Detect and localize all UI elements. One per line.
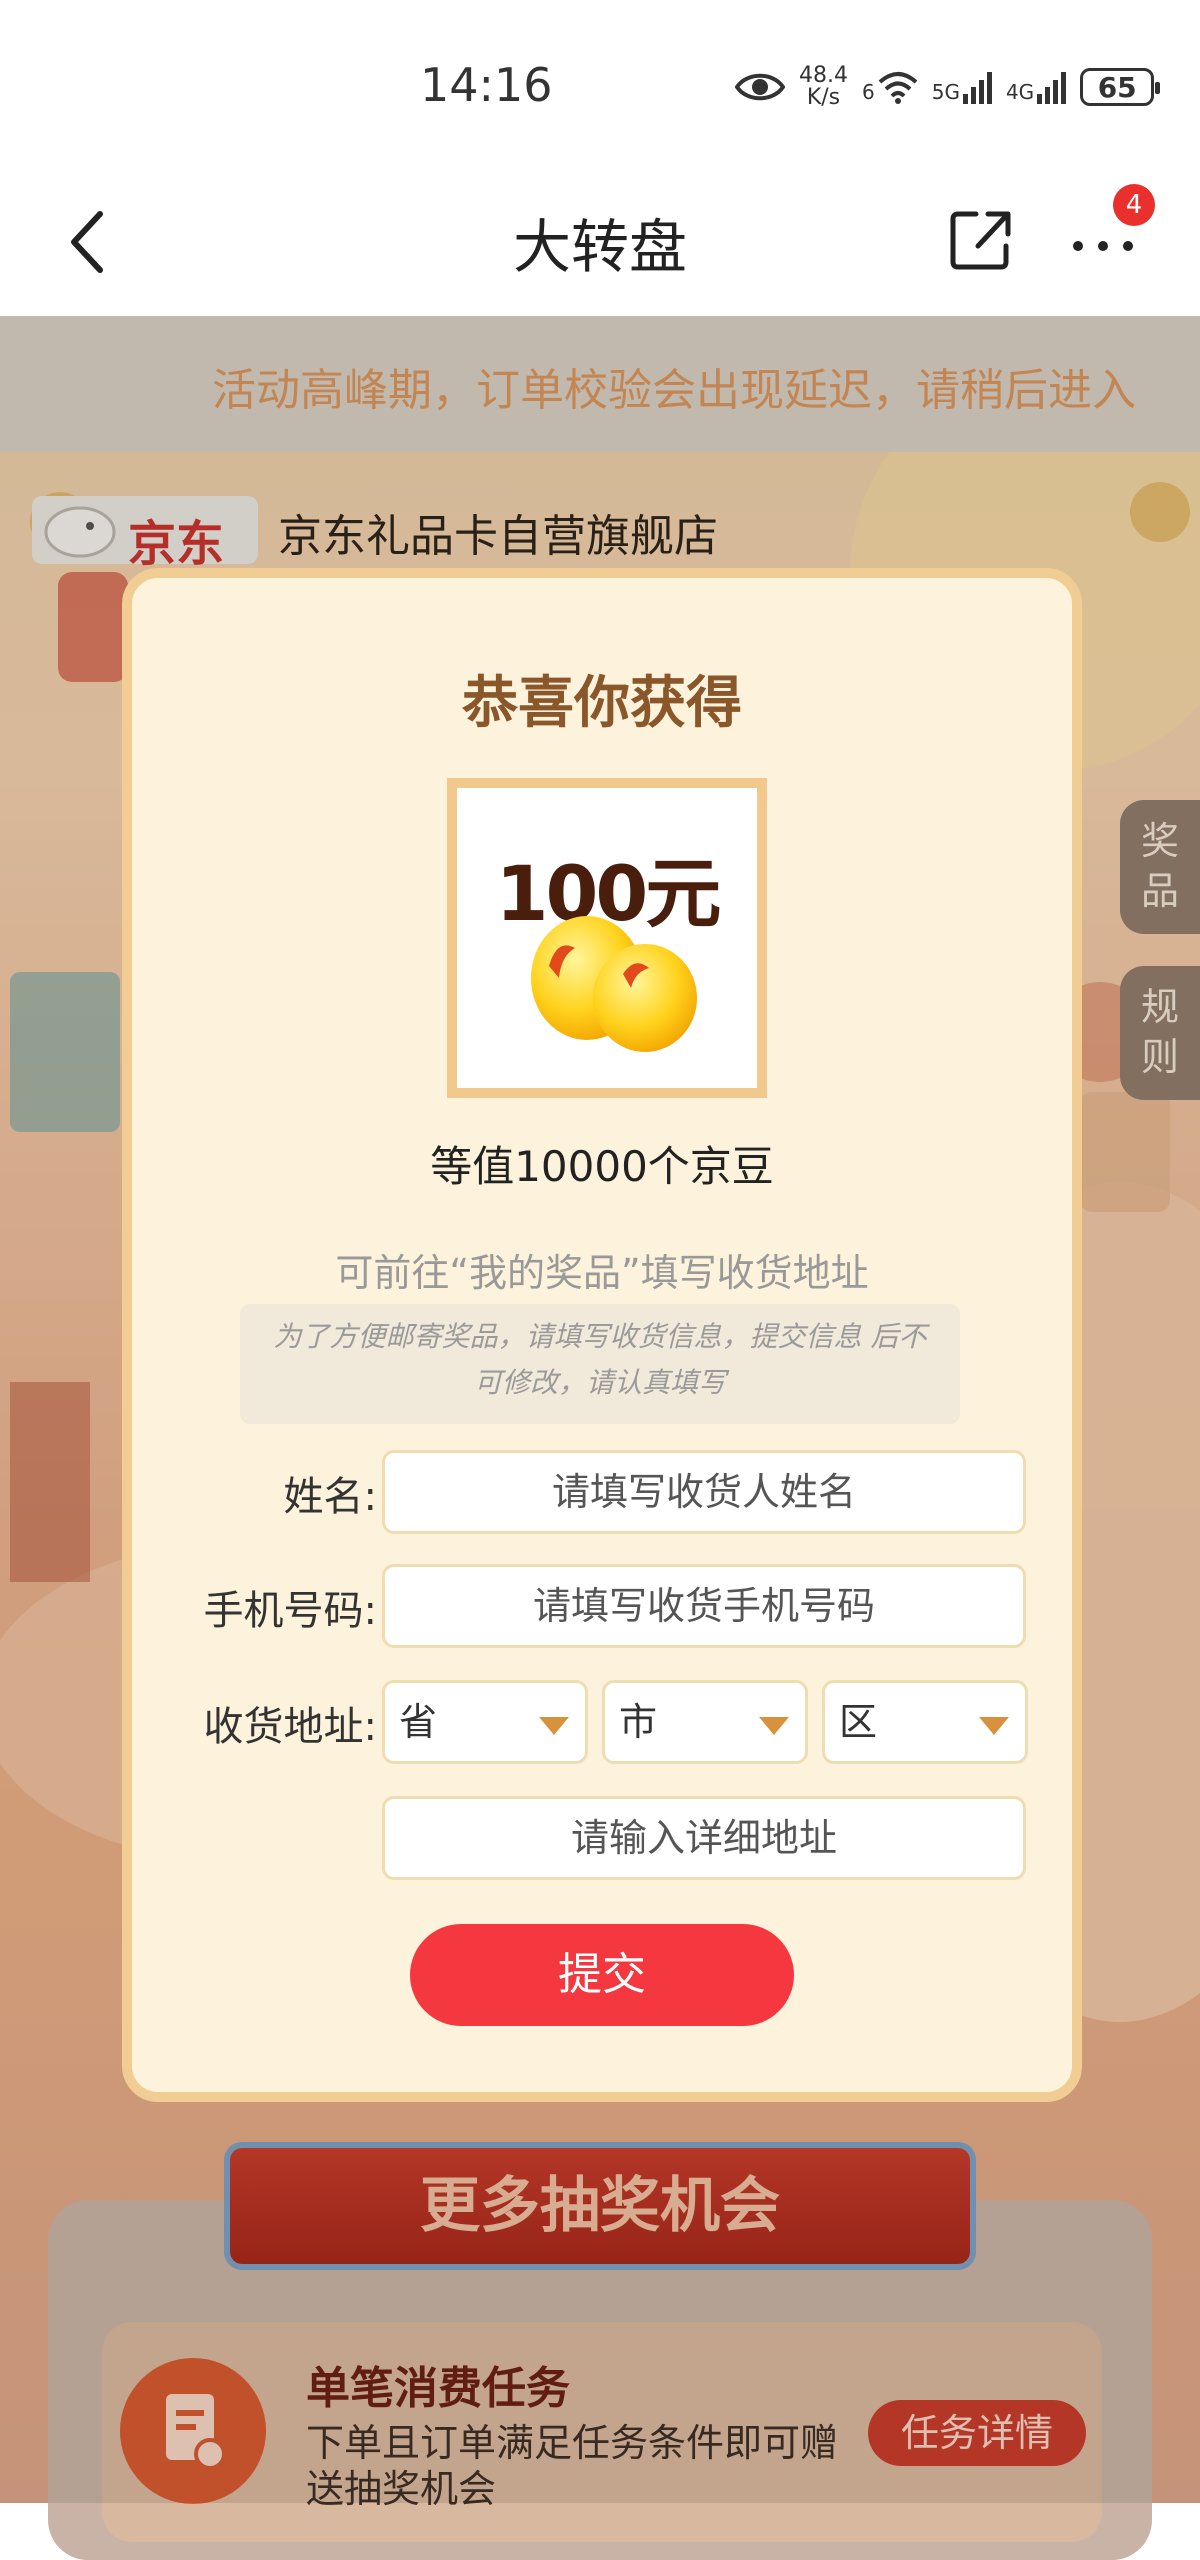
submit-button[interactable]: 提交	[410, 1924, 794, 2026]
signal-bars-icon	[1037, 70, 1067, 104]
signal-bars-icon	[962, 70, 992, 104]
city-value: 市	[619, 1700, 658, 1744]
sim2-signal: 4G	[1005, 70, 1067, 104]
modal-title: 恭喜你获得	[462, 671, 742, 736]
phone-label: 手机号码:	[203, 1588, 377, 1634]
wifi-label: 6	[861, 80, 875, 104]
battery-icon: 65	[1080, 68, 1161, 106]
name-label: 姓名:	[283, 1474, 377, 1520]
dropdown-caret-icon	[979, 1717, 1009, 1735]
nav-bar: 大转盘 4	[0, 170, 1200, 316]
network-speed-unit: K/s	[806, 85, 841, 110]
battery-level: 65	[1097, 70, 1137, 104]
status-icons: 48.4 K/s 6 5G 4G 65	[735, 62, 1161, 112]
prize-description: 等值10000个京豆	[430, 1142, 774, 1191]
page-title: 大转盘	[512, 213, 687, 281]
district-value: 区	[839, 1700, 878, 1744]
address-label: 收货地址:	[203, 1704, 377, 1750]
sim1-label: 5G	[931, 80, 960, 104]
address-hint: 可前往“我的奖品”填写收货地址	[335, 1251, 869, 1295]
more-icon[interactable]	[1068, 220, 1138, 260]
share-icon[interactable]	[948, 206, 1014, 272]
sim1-signal: 5G	[932, 70, 992, 104]
jd-beans-icon	[531, 916, 697, 1052]
notice-box: 为了方便邮寄奖品，请填写收货信息，提交信息 后不可修改，请认真填写	[240, 1304, 960, 1424]
sim2-label: 4G	[1005, 80, 1035, 104]
notification-badge: 4	[1113, 184, 1155, 226]
dropdown-caret-icon	[539, 1717, 569, 1735]
province-value: 省	[399, 1700, 438, 1744]
eye-icon	[735, 73, 785, 101]
status-time: 14:16	[420, 58, 553, 112]
wifi-indicator: 6	[862, 70, 918, 104]
district-select[interactable]: 区	[822, 1680, 1028, 1764]
dropdown-caret-icon	[759, 1717, 789, 1735]
prize-modal: 恭喜你获得 100元 等值10000个京豆 可前往“我的奖品”填写收货地址 为了…	[122, 568, 1082, 2102]
city-select[interactable]: 市	[602, 1680, 808, 1764]
phone-input[interactable]: 请填写收货手机号码	[382, 1564, 1026, 1648]
network-speed-value: 48.4	[799, 63, 848, 88]
prize-image: 100元	[447, 778, 767, 1098]
wifi-icon	[878, 72, 918, 104]
status-bar: 14:16 48.4 K/s 6 5G 4G 65	[0, 0, 1200, 170]
name-input[interactable]: 请填写收货人姓名	[382, 1450, 1026, 1534]
network-speed: 48.4 K/s	[799, 65, 848, 109]
detail-address-input[interactable]: 请输入详细地址	[382, 1796, 1026, 1880]
province-select[interactable]: 省	[382, 1680, 588, 1764]
